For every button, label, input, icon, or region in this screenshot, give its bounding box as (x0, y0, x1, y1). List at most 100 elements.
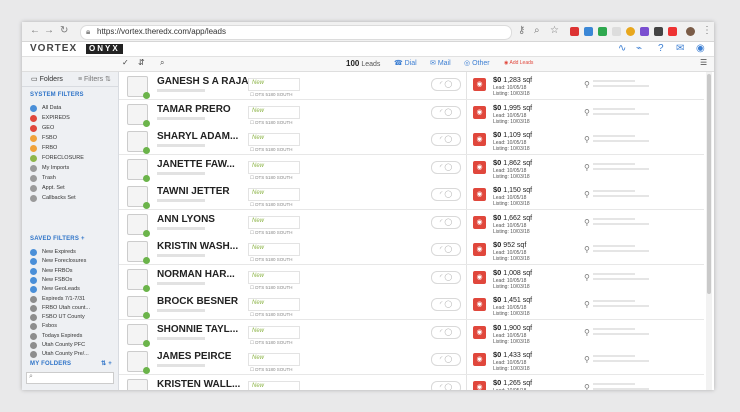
sidebar-item-system-filter[interactable]: EXPIREDS (30, 114, 116, 124)
lead-status-field[interactable]: New (248, 325, 300, 339)
extension-icon[interactable] (598, 27, 607, 36)
lead-avatar[interactable] (127, 186, 150, 209)
forward-icon[interactable]: → (44, 25, 54, 37)
lead-status-field[interactable]: New (248, 380, 300, 390)
other-button[interactable]: ◎ Other (464, 59, 490, 67)
waveform-icon[interactable]: ∿ (618, 43, 626, 54)
expired-source-icon[interactable]: ◉ (473, 353, 486, 366)
extension-icon[interactable] (654, 27, 663, 36)
sort-icon[interactable]: ⇵ (138, 58, 145, 67)
sidebar-item-system-filter[interactable]: Appt. Set (30, 184, 116, 194)
table-row[interactable]: JANETTE FAW... New ☐ DTS 5180 SOUTH ◜ ◯ ◉ $0 … (119, 154, 704, 183)
lead-name[interactable]: JANETTE FAW... (157, 159, 235, 170)
lead-name[interactable]: NORMAN HAR... (157, 269, 235, 280)
phone-toggle[interactable]: ◜ ◯ (431, 298, 461, 311)
lead-status-field[interactable]: New (248, 243, 300, 256)
checkmark-icon[interactable]: ✓ (122, 58, 129, 67)
phone-toggle[interactable]: ◜ ◯ (431, 188, 461, 201)
lead-status-field[interactable]: New (248, 105, 300, 119)
table-row[interactable]: GANESH S A RAJA New ☐ DTS 5180 SOUTH ◜ ◯ ◉ $0… (119, 72, 704, 100)
sidebar-item-system-filter[interactable]: FSBO (30, 134, 116, 144)
table-row[interactable]: NORMAN HAR... New ☐ DTS 5180 SOUTH ◜ ◯ ◉ $0 1… (119, 264, 704, 293)
phone-toggle[interactable]: ◜ ◯ (431, 353, 461, 366)
scrollbar-thumb[interactable] (707, 74, 711, 294)
lead-avatar[interactable] (127, 378, 148, 390)
map-pin-icon[interactable]: ⚲ (584, 273, 590, 282)
extension-icon[interactable] (612, 27, 621, 36)
lead-name[interactable]: TAWNI JETTER (157, 186, 230, 197)
phone-toggle[interactable]: ◜ ◯ (431, 380, 461, 390)
phone-toggle[interactable]: ◜ ◯ (431, 270, 461, 284)
lead-name[interactable]: JAMES PEIRCE (157, 351, 231, 362)
expired-source-icon[interactable]: ◉ (473, 78, 486, 91)
expired-source-icon[interactable]: ◉ (473, 380, 486, 390)
lead-status-field[interactable]: New (248, 270, 300, 284)
phone-toggle[interactable]: ◜ ◯ (431, 78, 461, 91)
map-pin-icon[interactable]: ⚲ (584, 163, 590, 172)
lead-avatar[interactable] (127, 268, 150, 292)
lead-name[interactable]: GANESH S A RAJA (157, 76, 249, 87)
extension-icon[interactable] (640, 27, 649, 36)
address-bar[interactable]: 🔒︎ https://vortex.theredx.com/app/leads (80, 25, 512, 40)
lead-avatar[interactable] (127, 296, 150, 319)
profile-avatar[interactable] (686, 27, 695, 36)
expired-source-icon[interactable]: ◉ (473, 298, 486, 311)
pulse-icon[interactable]: ⌁ (636, 43, 642, 54)
expired-source-icon[interactable]: ◉ (473, 215, 486, 229)
lead-name[interactable]: KRISTIN WASH... (157, 241, 238, 252)
scrollbar[interactable] (706, 72, 712, 390)
user-icon[interactable]: ◉ (696, 43, 705, 54)
phone-toggle[interactable]: ◜ ◯ (431, 133, 461, 146)
table-row[interactable]: BROCK BESNER New ☐ DTS 5180 SOUTH ◜ ◯ ◉ $0 1,… (119, 292, 704, 320)
search-icon[interactable]: ⌕ (160, 58, 164, 68)
mail-button[interactable]: ✉︎ Mail (430, 59, 451, 67)
lead-status-field[interactable]: New (248, 188, 300, 201)
extension-icon[interactable] (626, 27, 635, 36)
lead-avatar[interactable] (127, 351, 150, 374)
lead-status-field[interactable]: New (248, 353, 300, 366)
sidebar-item-system-filter[interactable]: Trash (30, 174, 116, 184)
sidebar-item-system-filter[interactable]: My Imports (30, 164, 116, 174)
dial-button[interactable]: ☎︎ Dial (394, 59, 417, 67)
lead-avatar[interactable] (127, 213, 150, 237)
map-pin-icon[interactable]: ⚲ (584, 135, 590, 144)
lead-avatar[interactable] (127, 131, 150, 154)
lead-name[interactable]: KRISTEN WALL... (157, 379, 240, 390)
expired-source-icon[interactable]: ◉ (473, 133, 486, 146)
zoom-icon[interactable]: ⌕ (534, 25, 540, 37)
map-pin-icon[interactable]: ⚲ (584, 218, 590, 227)
phone-toggle[interactable]: ◜ ◯ (431, 160, 461, 174)
table-row[interactable]: KRISTIN WASH... New ☐ DTS 5180 SOUTH ◜ ◯ ◉ $0… (119, 237, 704, 265)
lead-avatar[interactable] (127, 323, 150, 347)
expired-source-icon[interactable]: ◉ (473, 270, 486, 284)
expired-source-icon[interactable]: ◉ (473, 243, 486, 256)
lead-avatar[interactable] (127, 76, 150, 99)
extension-icon[interactable] (584, 27, 593, 36)
lead-name[interactable]: SHONNIE TAYL... (157, 324, 238, 335)
menu-icon[interactable]: ⋮ (702, 25, 712, 37)
map-pin-icon[interactable]: ⚲ (584, 383, 590, 391)
back-icon[interactable]: ← (30, 25, 40, 37)
reload-icon[interactable]: ↻ (60, 25, 68, 37)
map-pin-icon[interactable]: ⚲ (584, 108, 590, 117)
phone-toggle[interactable]: ◜ ◯ (431, 243, 461, 256)
lead-status-field[interactable]: New (248, 133, 300, 146)
extension-icon[interactable] (668, 27, 677, 36)
extension-icon[interactable] (570, 27, 579, 36)
lead-avatar[interactable] (127, 158, 150, 182)
expired-source-icon[interactable]: ◉ (473, 325, 486, 339)
bookmark-star-icon[interactable]: ☆ (550, 25, 559, 37)
lead-status-field[interactable]: New (248, 78, 300, 91)
lead-avatar[interactable] (127, 103, 150, 127)
phone-toggle[interactable]: ◜ ◯ (431, 215, 461, 229)
table-row[interactable]: SHARYL ADAM... New ☐ DTS 5180 SOUTH ◜ ◯ ◉ $0 … (119, 127, 704, 155)
expired-source-icon[interactable]: ◉ (473, 105, 486, 119)
table-row[interactable]: JAMES PEIRCE New ☐ DTS 5180 SOUTH ◜ ◯ ◉ $0 1,… (119, 347, 704, 375)
table-row[interactable]: KRISTEN WALL...New☐ DTS 5180 SOUTH◜ ◯◉$0… (119, 374, 704, 391)
map-pin-icon[interactable]: ⚲ (584, 245, 590, 254)
list-view-icon[interactable]: ☰ (700, 58, 707, 67)
sidebar-item-system-filter[interactable]: FRBO (30, 144, 116, 154)
sidebar-item-system-filter[interactable]: FORECLOSURE (30, 154, 116, 164)
table-row[interactable]: SHONNIE TAYL... New ☐ DTS 5180 SOUTH ◜ ◯ ◉ $0… (119, 319, 704, 348)
expired-source-icon[interactable]: ◉ (473, 188, 486, 201)
